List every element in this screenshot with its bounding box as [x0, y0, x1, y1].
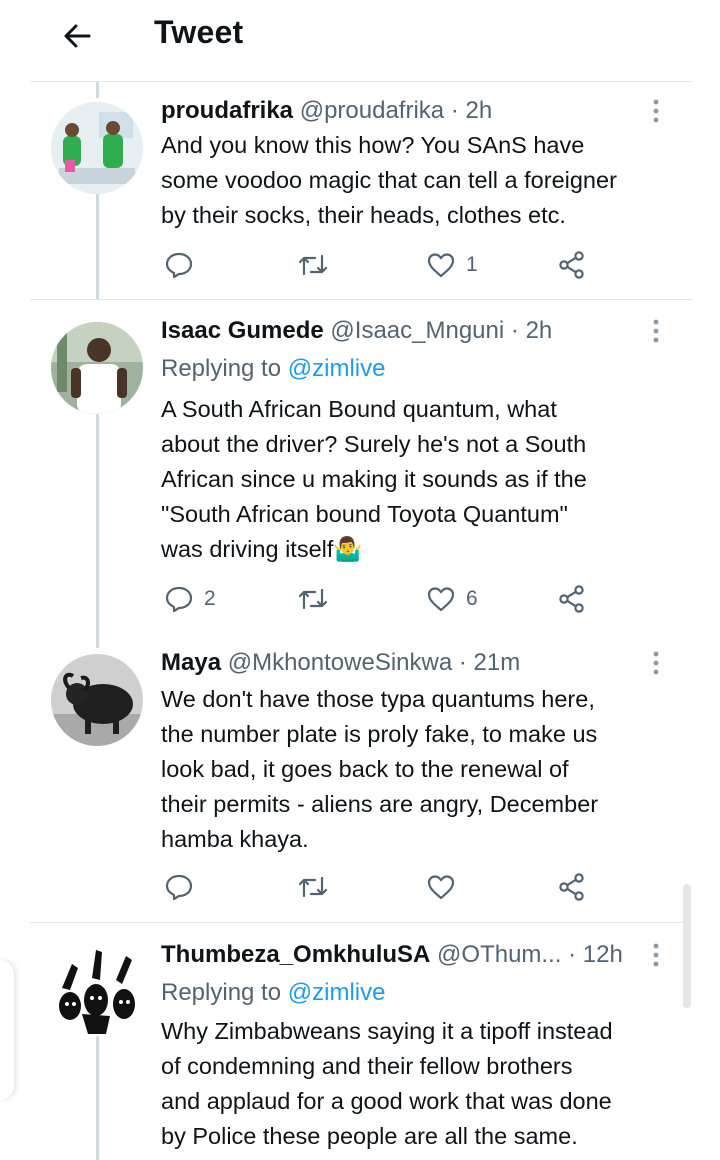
tweet-header: Maya @MkhontoweSinkwa · 21m: [161, 648, 520, 678]
replying-to: Replying to @zimlive: [161, 978, 385, 1008]
reply-count: 2: [204, 587, 216, 610]
timestamp[interactable]: 2h: [465, 97, 492, 124]
more-vertical-icon[interactable]: [648, 650, 664, 676]
like-button[interactable]: [426, 872, 466, 902]
separator: ·: [450, 97, 459, 124]
tweet-text-line: by Police these people are all the same.: [161, 1123, 578, 1149]
thread-line: [96, 192, 99, 300]
tweet-text-line: the number plate is proly fake, to make …: [161, 721, 598, 747]
retweet-button[interactable]: [297, 584, 339, 614]
top-bar: Tweet: [0, 0, 720, 80]
tweet-text: We don't have those typa quantums here, …: [161, 682, 681, 857]
share-button[interactable]: [557, 584, 587, 614]
avatar[interactable]: [51, 654, 143, 746]
like-button[interactable]: 6: [426, 584, 478, 614]
arrow-left-icon: [64, 24, 91, 48]
user-handle[interactable]: @Isaac_Mnguni: [330, 317, 504, 344]
user-handle[interactable]: @proudafrika: [300, 97, 444, 124]
tweet-text-line: some voodoo magic that can tell a foreig…: [161, 167, 617, 193]
divider: [30, 922, 692, 923]
reply-icon: [165, 586, 193, 613]
tweet-text-line: about the driver? Surely he's not a Sout…: [161, 431, 587, 457]
user-handle[interactable]: @OThum...: [437, 941, 561, 968]
retweet-button[interactable]: [297, 250, 339, 280]
tweet-text-line: and applaud for a good work that was don…: [161, 1088, 612, 1114]
avatar[interactable]: [51, 322, 143, 414]
reply-icon: [165, 874, 193, 901]
thread-line: [96, 1036, 99, 1160]
share-icon: [559, 873, 584, 901]
replying-to: Replying to @zimlive: [161, 354, 385, 384]
tweet-text-line: And you know this how? You SAnS have: [161, 132, 585, 158]
page-title: Tweet: [154, 14, 244, 50]
reply-button[interactable]: [164, 872, 204, 902]
tweet-text-line: African since u making it sounds as if t…: [161, 466, 587, 492]
more-vertical-icon[interactable]: [648, 942, 664, 968]
avatar[interactable]: [52, 944, 144, 1036]
tweet-text-line: "South African bound Toyota Quantum": [161, 501, 568, 527]
display-name[interactable]: Thumbeza_OmkhuluSA: [161, 941, 430, 968]
tweet-text-line: of condemning and their fellow brothers: [161, 1053, 573, 1079]
share-button[interactable]: [557, 872, 587, 902]
tweet-text-line: look bad, it goes back to the renewal of: [161, 756, 569, 782]
replying-to-link[interactable]: @zimlive: [288, 979, 386, 1006]
like-count: 1: [466, 253, 478, 276]
display-name[interactable]: Isaac Gumede: [161, 317, 324, 344]
timestamp[interactable]: 12h: [583, 941, 623, 968]
separator: ·: [458, 649, 467, 676]
reply-button[interactable]: 2: [164, 584, 216, 614]
replying-to-label: Replying to: [161, 355, 282, 382]
like-button[interactable]: 1: [426, 250, 478, 280]
timestamp[interactable]: 2h: [526, 317, 553, 344]
tweet-text-line: A South African Bound quantum, what: [161, 396, 557, 422]
reply-button[interactable]: [164, 250, 204, 280]
timestamp[interactable]: 21m: [474, 649, 521, 676]
tweet-text: A South African Bound quantum, what abou…: [161, 392, 681, 567]
back-button[interactable]: [60, 16, 100, 56]
separator: ·: [568, 941, 577, 968]
tweet-text-line: their permits - aliens are angry, Decemb…: [161, 791, 599, 817]
scrollbar-thumb[interactable]: [683, 884, 691, 1008]
tweet-text: Why Zimbabweans saying it a tipoff inste…: [161, 1014, 681, 1154]
more-vertical-icon[interactable]: [648, 98, 664, 124]
thread-line: [96, 82, 99, 98]
tweet-text-line: Why Zimbabweans saying it a tipoff inste…: [161, 1018, 613, 1044]
edge-panel: [0, 960, 14, 1100]
tweet-text-line: by their socks, their heads, clothes etc…: [161, 202, 566, 228]
share-icon: [559, 585, 584, 613]
display-name[interactable]: proudafrika: [161, 97, 293, 124]
divider: [30, 81, 692, 82]
share-icon: [559, 251, 584, 279]
tweet-text: And you know this how? You SAnS have som…: [161, 128, 681, 233]
display-name[interactable]: Maya: [161, 649, 221, 676]
tweet-header: Thumbeza_OmkhuluSA @OThum... · 12h: [161, 940, 623, 970]
tweet-text-line: hamba khaya.: [161, 826, 309, 852]
divider: [30, 299, 692, 300]
retweet-icon: [298, 254, 328, 276]
more-vertical-icon[interactable]: [648, 318, 664, 344]
tweet-text-line: We don't have those typa quantums here,: [161, 686, 595, 712]
separator: ·: [510, 317, 519, 344]
tweet-header: Isaac Gumede @Isaac_Mnguni · 2h: [161, 316, 552, 346]
replying-to-link[interactable]: @zimlive: [288, 355, 386, 382]
user-handle[interactable]: @MkhontoweSinkwa: [228, 649, 452, 676]
reply-icon: [165, 252, 193, 279]
retweet-button[interactable]: [297, 872, 339, 902]
heart-icon: [427, 253, 455, 278]
retweet-icon: [298, 588, 328, 610]
tweet-header: proudafrika @proudafrika · 2h: [161, 96, 492, 126]
replying-to-label: Replying to: [161, 979, 282, 1006]
thread-line: [96, 412, 99, 648]
heart-icon: [427, 875, 455, 900]
avatar[interactable]: [51, 102, 143, 194]
like-count: 6: [466, 587, 478, 610]
heart-icon: [427, 587, 455, 612]
tweet-text-line: was driving itself🤷‍♂️: [161, 536, 363, 562]
share-button[interactable]: [557, 250, 587, 280]
retweet-icon: [298, 876, 328, 898]
